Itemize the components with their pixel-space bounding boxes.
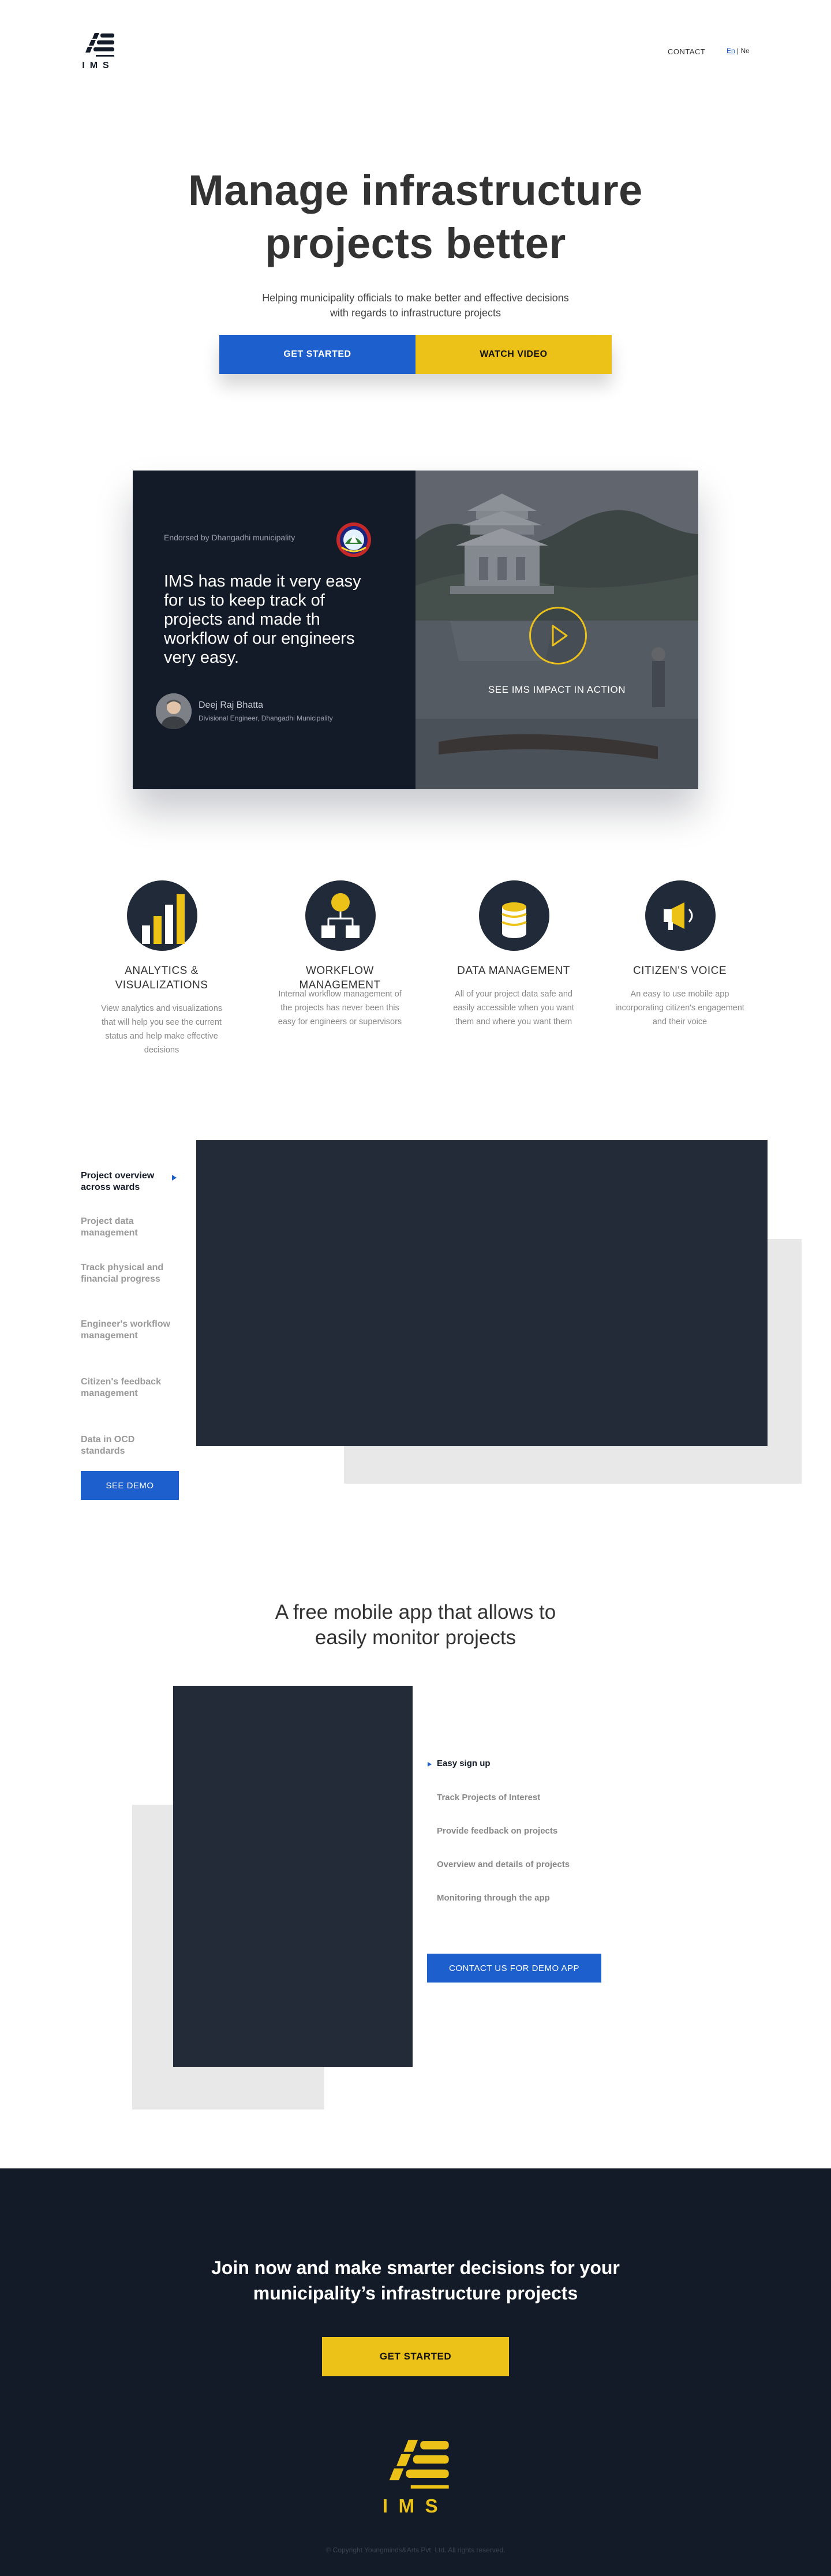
hero-title: Manage infrastructure projects better xyxy=(127,164,704,270)
active-item-arrow-icon xyxy=(428,1762,432,1767)
overview-item-project-data[interactable]: Project data management xyxy=(81,1216,179,1239)
database-icon xyxy=(479,880,549,951)
hero-cta-group: GET STARTED WATCH VIDEO xyxy=(219,335,612,374)
testimonial-quote: IMS has made it very easy for us to keep… xyxy=(164,572,361,667)
get-started-button[interactable]: GET STARTED xyxy=(219,335,415,374)
mobile-app-title-line1: A free mobile app that allows to xyxy=(275,1601,556,1623)
hero-subtitle-line2: with regards to infrastructure projects xyxy=(330,307,501,319)
see-demo-button[interactable]: SEE DEMO xyxy=(81,1471,179,1500)
feature-analytics: ANALYTICS & VISUALIZATIONS View analytic… xyxy=(87,880,237,1065)
feature-citizen: CITIZEN'S VOICE An easy to use mobile ap… xyxy=(605,880,755,1065)
person-role: Divisional Engineer, Dhangadhi Municipal… xyxy=(199,714,333,722)
lang-en-link[interactable]: En xyxy=(727,47,735,55)
footer-headline-line2: municipality’s infrastructure projects xyxy=(253,2283,578,2304)
feature-desc: View analytics and visualizations that w… xyxy=(100,1004,223,1055)
play-button[interactable] xyxy=(529,607,587,664)
municipality-seal-icon xyxy=(334,520,374,560)
mobile-app-screenshot-panel xyxy=(173,1686,413,2067)
avatar xyxy=(156,693,192,729)
feature-title: ANALYTICS & VISUALIZATIONS xyxy=(115,965,208,991)
contact-demo-app-button[interactable]: CONTACT US FOR DEMO APP xyxy=(427,1954,601,1983)
overview-screenshot-panel xyxy=(196,1140,768,1446)
testimonial-card: Endorsed by Dhangadhi municipality IMS h… xyxy=(133,471,698,789)
lang-ne-link[interactable]: Ne xyxy=(741,47,750,55)
app-item-monitoring[interactable]: Monitoring through the app xyxy=(437,1893,550,1903)
footer-headline: Join now and make smarter decisions for … xyxy=(127,2255,704,2306)
play-icon xyxy=(552,625,568,647)
nav-contact-link[interactable]: CONTACT xyxy=(668,47,705,56)
feature-title: CITIZEN'S VOICE xyxy=(632,965,727,977)
ims-logo[interactable]: IMS xyxy=(80,32,117,70)
app-item-track-projects[interactable]: Track Projects of Interest xyxy=(437,1793,540,1802)
bar-chart-icon xyxy=(127,880,197,951)
overview-item-workflow[interactable]: Engineer's workflow management xyxy=(81,1319,179,1342)
footer-get-started-button[interactable]: GET STARTED xyxy=(322,2337,509,2376)
logo-text: IMS xyxy=(383,2495,448,2516)
feature-workflow: WORKFLOW MANAGEMENT Internal workflow ma… xyxy=(265,880,415,1065)
hero-title-line1: Manage infrastructure xyxy=(188,166,643,214)
overview-item-ocd[interactable]: Data in OCD standards xyxy=(81,1434,179,1457)
testimonial-panel: Endorsed by Dhangadhi municipality IMS h… xyxy=(133,471,415,789)
hero-subtitle-line1: Helping municipality officials to make b… xyxy=(262,292,569,304)
person-name: Deej Raj Bhatta xyxy=(199,700,264,710)
endorsement-text: Endorsed by Dhangadhi municipality xyxy=(164,533,295,542)
overview-item-project-overview[interactable]: Project overview across wards xyxy=(81,1170,179,1193)
lang-separator: | xyxy=(737,47,739,55)
feature-title: DATA MANAGEMENT xyxy=(457,965,570,977)
app-item-sign-up[interactable]: Easy sign up xyxy=(437,1759,491,1768)
footer-headline-line1: Join now and make smarter decisions for … xyxy=(211,2257,620,2278)
video-caption: SEE IMS IMPACT IN ACTION xyxy=(488,684,626,695)
hero-title-line2: projects better xyxy=(265,219,566,267)
logo-text: IMS xyxy=(82,61,114,70)
ims-logo-footer[interactable]: IMS xyxy=(375,2437,456,2517)
feature-data: DATA MANAGEMENT All of your project data… xyxy=(439,880,589,1065)
mobile-app-title-line2: easily monitor projects xyxy=(315,1626,516,1649)
mobile-app-title: A free mobile app that allows to easily … xyxy=(242,1600,589,1651)
overview-item-feedback[interactable]: Citizen's feedback management xyxy=(81,1376,179,1399)
active-item-arrow-icon xyxy=(172,1175,177,1181)
app-item-feedback[interactable]: Provide feedback on projects xyxy=(437,1826,557,1836)
overview-item-progress[interactable]: Track physical and financial progress xyxy=(81,1262,179,1285)
feature-desc: Internal workflow management of the proj… xyxy=(278,990,402,1026)
feature-desc: All of your project data safe and easily… xyxy=(453,990,574,1026)
watch-video-button[interactable]: WATCH VIDEO xyxy=(415,335,612,374)
app-item-overview[interactable]: Overview and details of projects xyxy=(437,1860,570,1869)
language-switcher: En | Ne xyxy=(727,47,750,55)
feature-desc: An easy to use mobile app incorporating … xyxy=(615,990,744,1026)
footer: Join now and make smarter decisions for … xyxy=(0,2168,831,2576)
hero-subtitle: Helping municipality officials to make b… xyxy=(219,290,612,320)
workflow-icon xyxy=(305,880,376,951)
video-thumbnail[interactable]: SEE IMS IMPACT IN ACTION xyxy=(415,471,698,789)
megaphone-icon xyxy=(645,880,716,951)
copyright-text: © Copyright Youngminds&Arts Pvt. Ltd. Al… xyxy=(325,2546,506,2554)
